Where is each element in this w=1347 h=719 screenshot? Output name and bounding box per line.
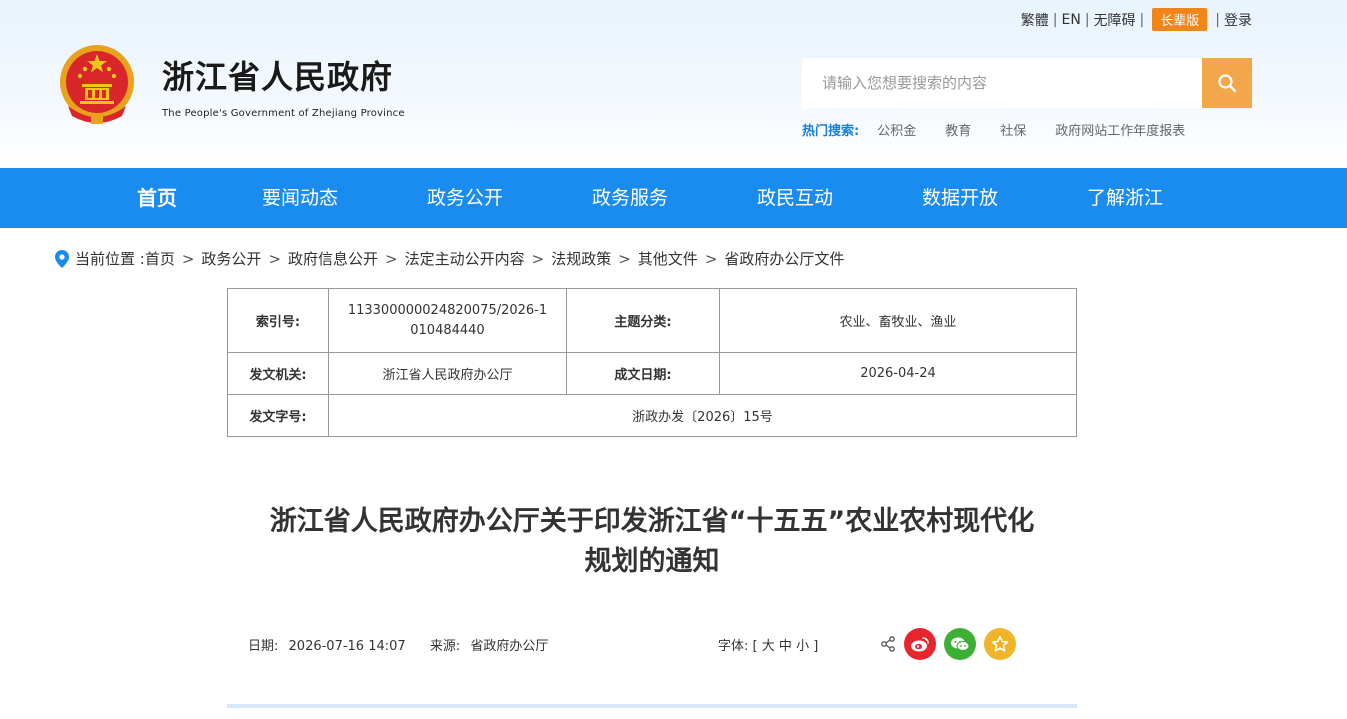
weibo-share-button[interactable] — [904, 628, 936, 660]
site-subtitle: The People's Government of Zhejiang Prov… — [162, 108, 405, 119]
search-icon — [1218, 74, 1237, 93]
share-bar — [880, 628, 1016, 660]
breadcrumb-separator: > — [385, 249, 398, 268]
breadcrumb-item[interactable]: 法定主动公开内容 — [405, 248, 525, 269]
date-value: 2026-04-24 — [719, 352, 1077, 395]
breadcrumb-separator: > — [531, 249, 545, 268]
nav-item-open-data[interactable]: 数据开放 — [922, 168, 998, 228]
hot-search: 热门搜索: 公积金 教育 社保 政府网站工作年度报表 — [802, 120, 1214, 139]
docno-label: 发文字号: — [227, 394, 329, 437]
font-size-label: 字体: — [718, 639, 749, 654]
accessible-link[interactable]: 无障碍 — [1094, 10, 1136, 30]
site-header: 繁體 | EN | 无障碍 | 长辈版 | 登录 浙江省人民政府 The Peo… — [0, 0, 1347, 168]
wechat-share-button[interactable] — [944, 628, 976, 660]
search-input[interactable] — [802, 58, 1202, 108]
favorite-button[interactable] — [984, 628, 1016, 660]
date-label: 成文日期: — [566, 352, 720, 395]
breadcrumb-item[interactable]: 法规政策 — [551, 248, 611, 269]
topic-label: 主题分类: — [566, 288, 720, 353]
divider: | — [1215, 11, 1220, 28]
nav-item-interaction[interactable]: 政民互动 — [757, 168, 833, 228]
breadcrumb-separator: > — [268, 249, 282, 268]
content-divider — [227, 704, 1077, 708]
national-emblem-icon[interactable] — [58, 42, 136, 126]
star-icon — [991, 635, 1009, 652]
font-small-button[interactable]: 小 — [796, 639, 809, 654]
issuer-label: 发文机关: — [227, 352, 329, 395]
article-title-line: 规划的通知 — [584, 546, 720, 577]
breadcrumb-separator: > — [618, 249, 631, 268]
breadcrumb-separator: > — [704, 249, 718, 268]
wechat-icon — [951, 637, 970, 651]
nav-item-services[interactable]: 政务服务 — [592, 168, 668, 228]
divider: | — [1084, 11, 1090, 28]
publish-date: 2026-07-16 14:07 — [288, 639, 406, 654]
divider: | — [1139, 11, 1145, 28]
hot-keyword[interactable]: 教育 — [945, 120, 971, 139]
docno-value: 浙政办发〔2026〕15号 — [328, 394, 1077, 437]
hot-keyword[interactable]: 政府网站工作年度报表 — [1055, 120, 1185, 139]
location-pin-icon — [55, 249, 69, 268]
traditional-link[interactable]: 繁體 — [1021, 10, 1049, 30]
search-button[interactable] — [1202, 58, 1252, 108]
breadcrumb-prefix: 当前位置 : — [75, 250, 145, 268]
breadcrumb-separator: > — [181, 249, 195, 268]
weibo-icon — [911, 637, 929, 652]
breadcrumb-item[interactable]: 政务公开 — [201, 248, 261, 269]
font-size-control: 字体: [ 大 中 小 ] — [718, 635, 818, 654]
source-value: 省政府办公厅 — [470, 639, 549, 654]
bracket: ] — [813, 639, 819, 654]
divider: | — [1052, 11, 1058, 28]
breadcrumb-item[interactable]: 其他文件 — [638, 248, 698, 269]
breadcrumb-item[interactable]: 政府信息公开 — [288, 248, 378, 269]
main-nav: 首页 要闻动态 政务公开 政务服务 政民互动 数据开放 了解浙江 — [0, 168, 1347, 228]
nav-item-home[interactable]: 首页 — [137, 168, 177, 228]
nav-item-gov-affairs[interactable]: 政务公开 — [427, 168, 503, 228]
english-link[interactable]: EN — [1062, 12, 1081, 28]
font-large-button[interactable]: 大 — [762, 639, 775, 654]
topic-value: 农业、畜牧业、渔业 — [719, 288, 1077, 353]
hot-keyword[interactable]: 公积金 — [877, 120, 916, 139]
nav-item-about[interactable]: 了解浙江 — [1087, 168, 1163, 228]
login-link[interactable]: 登录 — [1224, 10, 1252, 30]
table-row: 发文机关: 浙江省人民政府办公厅 成文日期: 2026-04-24 — [227, 352, 1077, 395]
nav-item-news[interactable]: 要闻动态 — [262, 168, 338, 228]
article-title-line: 浙江省人民政府办公厅关于印发浙江省“十五五”农业农村现代化 — [269, 506, 1035, 537]
article-title: 浙江省人民政府办公厅关于印发浙江省“十五五”农业农村现代化 规划的通知 — [227, 502, 1077, 582]
site-title[interactable]: 浙江省人民政府 — [162, 52, 393, 98]
index-value: 113300000024820075/2026-1010484440 — [328, 288, 567, 353]
date-label: 日期: — [248, 639, 279, 654]
top-links: 繁體 | EN | 无障碍 | 长辈版 | 登录 — [1021, 8, 1252, 31]
source-label: 来源: — [429, 639, 461, 654]
article-meta: 日期: 2026-07-16 14:07 来源: 省政府办公厅 — [248, 635, 554, 654]
breadcrumb-item-home[interactable]: 首页 — [145, 248, 175, 269]
breadcrumb: 当前位置 : 首页 > 政务公开 > 政府信息公开 > 法定主动公开内容 > 法… — [55, 248, 844, 269]
hot-keyword[interactable]: 社保 — [1000, 120, 1026, 139]
table-row: 发文字号: 浙政办发〔2026〕15号 — [227, 394, 1077, 437]
share-icon[interactable] — [880, 636, 896, 652]
bracket: [ — [752, 639, 758, 654]
elder-mode-button[interactable]: 长辈版 — [1152, 8, 1208, 31]
index-label: 索引号: — [227, 288, 329, 353]
search-bar — [802, 58, 1252, 108]
issuer-value: 浙江省人民政府办公厅 — [328, 352, 567, 395]
hot-search-label: 热门搜索: — [802, 124, 860, 139]
document-info-table: 索引号: 113300000024820075/2026-1010484440 … — [227, 288, 1077, 437]
table-row: 索引号: 113300000024820075/2026-1010484440 … — [227, 288, 1077, 353]
breadcrumb-item[interactable]: 省政府办公厅文件 — [724, 248, 844, 269]
font-medium-button[interactable]: 中 — [779, 639, 792, 654]
